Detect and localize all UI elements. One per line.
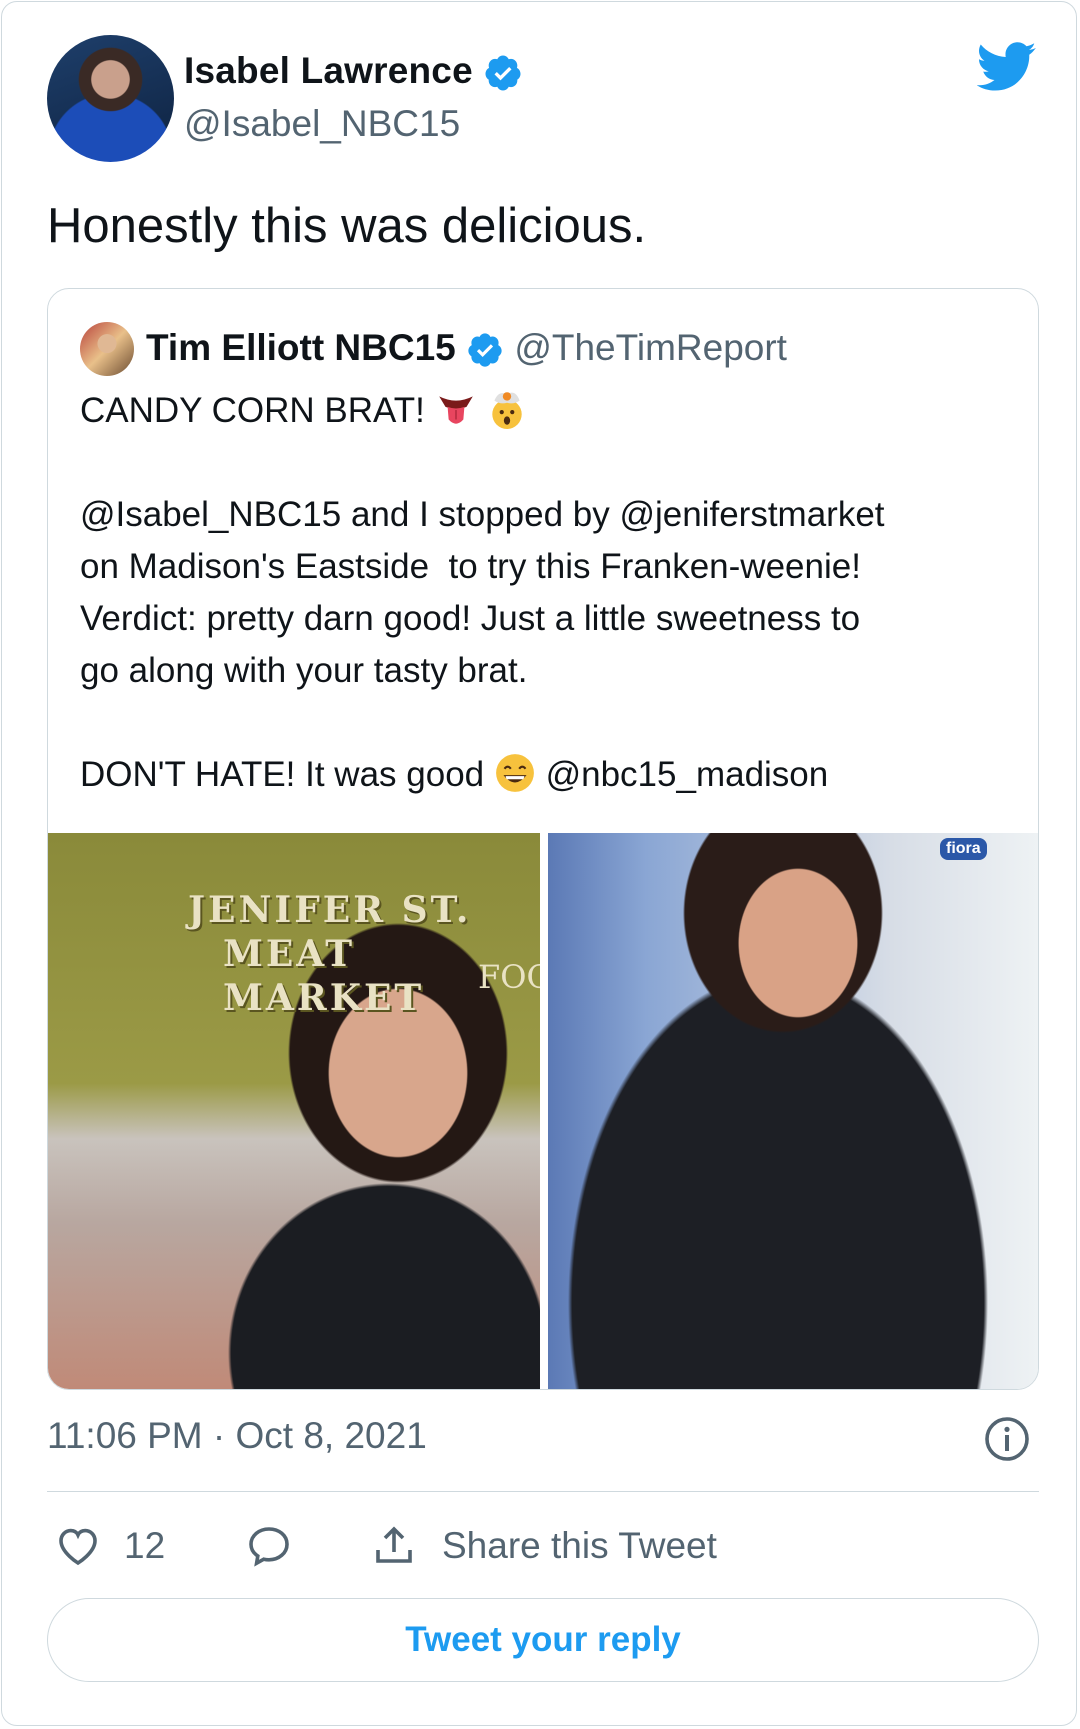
grin-emoji-icon [495,754,534,792]
quoted-author-avatar[interactable] [80,322,134,376]
photo-sign-line-1: JENIFER ST. [188,889,472,931]
share-label: Share this Tweet [442,1525,717,1566]
quoted-line-3-prefix: DON'T HATE! It was good [80,755,485,794]
quoted-media[interactable]: JENIFER ST. MEAT MARKET FOO fiora [48,833,1038,1389]
photo-sign: JENIFER ST. MEAT MARKET [188,888,540,1020]
quoted-author-name[interactable]: Tim Elliott NBC15 [146,327,456,368]
photo-meat-market[interactable]: JENIFER ST. MEAT MARKET FOO [48,833,540,1389]
verified-badge-icon [485,55,521,91]
comment-icon [249,1527,289,1567]
photo-sign-line-3: FOO [478,958,540,996]
mind-blown-emoji-icon [492,392,523,429]
author-avatar[interactable] [47,35,174,162]
quoted-paragraph-2: @Isabel_NBC15 and I stopped by @jenifers… [80,495,885,690]
quoted-line-1: CANDY CORN BRAT! [80,391,425,430]
divider [47,1491,1039,1492]
like-button[interactable]: 12 [54,1522,165,1570]
quoted-author-handle[interactable]: @TheTimReport [514,327,787,368]
like-count: 12 [124,1525,166,1566]
author-name-row[interactable]: Isabel Lawrence [184,50,523,93]
info-icon[interactable] [983,1415,1031,1463]
photo-store-logo: fiora [940,838,987,860]
tweet-text: Honestly this was delicious. [47,199,647,253]
author-handle[interactable]: @Isabel_NBC15 [184,103,460,145]
author-name[interactable]: Isabel Lawrence [184,50,473,91]
share-button[interactable]: Share this Tweet [370,1522,717,1570]
tongue-emoji-icon [438,396,473,424]
tweet-card: Isabel Lawrence @Isabel_NBC15 Honestly t… [1,1,1077,1726]
reply-icon-button[interactable] [245,1522,293,1570]
twitter-bird-icon[interactable] [977,42,1037,92]
quoted-tweet[interactable]: Tim Elliott NBC15 @TheTimReport CANDY CO… [47,288,1039,1390]
tweet-your-reply-button[interactable]: Tweet your reply [47,1598,1039,1682]
quoted-line-3-suffix: @nbc15_madison [545,755,829,794]
share-icon [376,1526,412,1563]
verified-badge-icon [468,333,502,367]
photo-grocery-aisle[interactable]: fiora [548,833,1038,1389]
heart-icon [59,1528,97,1566]
quoted-tweet-text: CANDY CORN BRAT! @Isabel_NBC15 and I sto… [80,385,1010,801]
quoted-author-row[interactable]: Tim Elliott NBC15 @TheTimReport [146,327,787,369]
tweet-timestamp[interactable]: 11:06 PM · Oct 8, 2021 [47,1415,427,1457]
